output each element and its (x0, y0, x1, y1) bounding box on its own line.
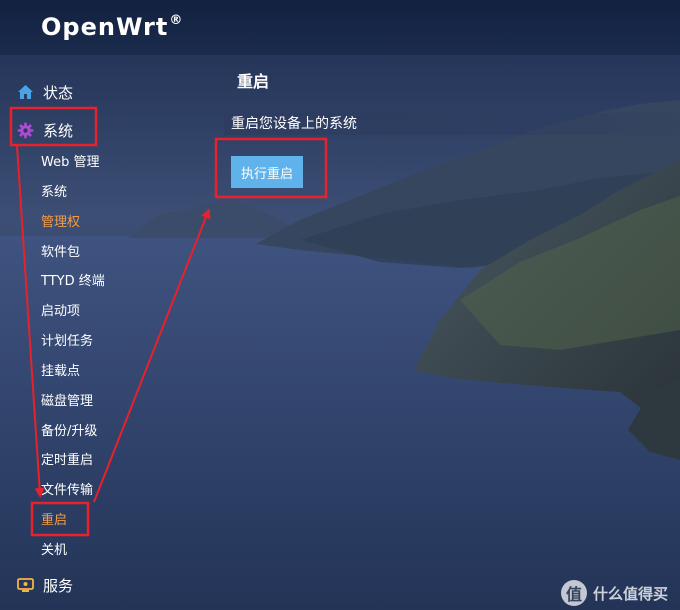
watermark-logo-icon: 值 (560, 580, 587, 606)
sidebar-subitem-scheduled-tasks[interactable]: 计划任务 (41, 332, 93, 352)
sidebar-item-label: 状态 (43, 83, 74, 102)
sidebar-item-services[interactable]: 服务 (16, 572, 73, 598)
sidebar-item-label: 服务 (43, 576, 74, 595)
watermark-text: 什么值得买 (592, 584, 668, 603)
brand-logo[interactable]: OpenWrt® (41, 13, 183, 41)
sidebar-item-label: 系统 (43, 121, 74, 140)
trademark-symbol: ® (169, 13, 184, 28)
background-landscape (0, 0, 680, 610)
sidebar-subitem-mount-points[interactable]: 挂载点 (41, 362, 80, 382)
top-header: OpenWrt® (0, 0, 680, 55)
watermark: 值 什么值得买 (560, 580, 668, 606)
home-icon (16, 83, 34, 101)
perform-reboot-button[interactable]: 执行重启 (231, 156, 303, 188)
sidebar-item-system[interactable]: 系统 (16, 117, 73, 143)
sidebar-subitem-admin-rights[interactable]: 管理权 (41, 213, 80, 233)
sidebar-subitem-system[interactable]: 系统 (41, 183, 67, 203)
page-title: 重启 (237, 72, 270, 91)
gear-icon (16, 121, 34, 139)
sidebar-item-status[interactable]: 状态 (16, 79, 73, 105)
sidebar-subitem-reboot[interactable]: 重启 (41, 511, 67, 531)
sidebar-subitem-packages[interactable]: 软件包 (41, 243, 80, 263)
sidebar-subitem-ttyd-terminal[interactable]: TTYD 终端 (41, 272, 105, 292)
sidebar-subitem-backup-upgrade[interactable]: 备份/升级 (41, 422, 97, 442)
sidebar-subitem-scheduled-reboot[interactable]: 定时重启 (41, 451, 93, 471)
sidebar-subitem-startup[interactable]: 启动项 (41, 302, 80, 322)
services-icon (16, 576, 34, 594)
page-description: 重启您设备上的系统 (231, 116, 357, 132)
sidebar-subitem-disk-management[interactable]: 磁盘管理 (41, 392, 93, 412)
sidebar-subitem-web-admin[interactable]: Web 管理 (41, 153, 99, 173)
brand-name: OpenWrt (41, 13, 169, 41)
sidebar-subitem-shutdown[interactable]: 关机 (41, 541, 67, 561)
sidebar-subitem-file-transfer[interactable]: 文件传输 (41, 481, 93, 501)
